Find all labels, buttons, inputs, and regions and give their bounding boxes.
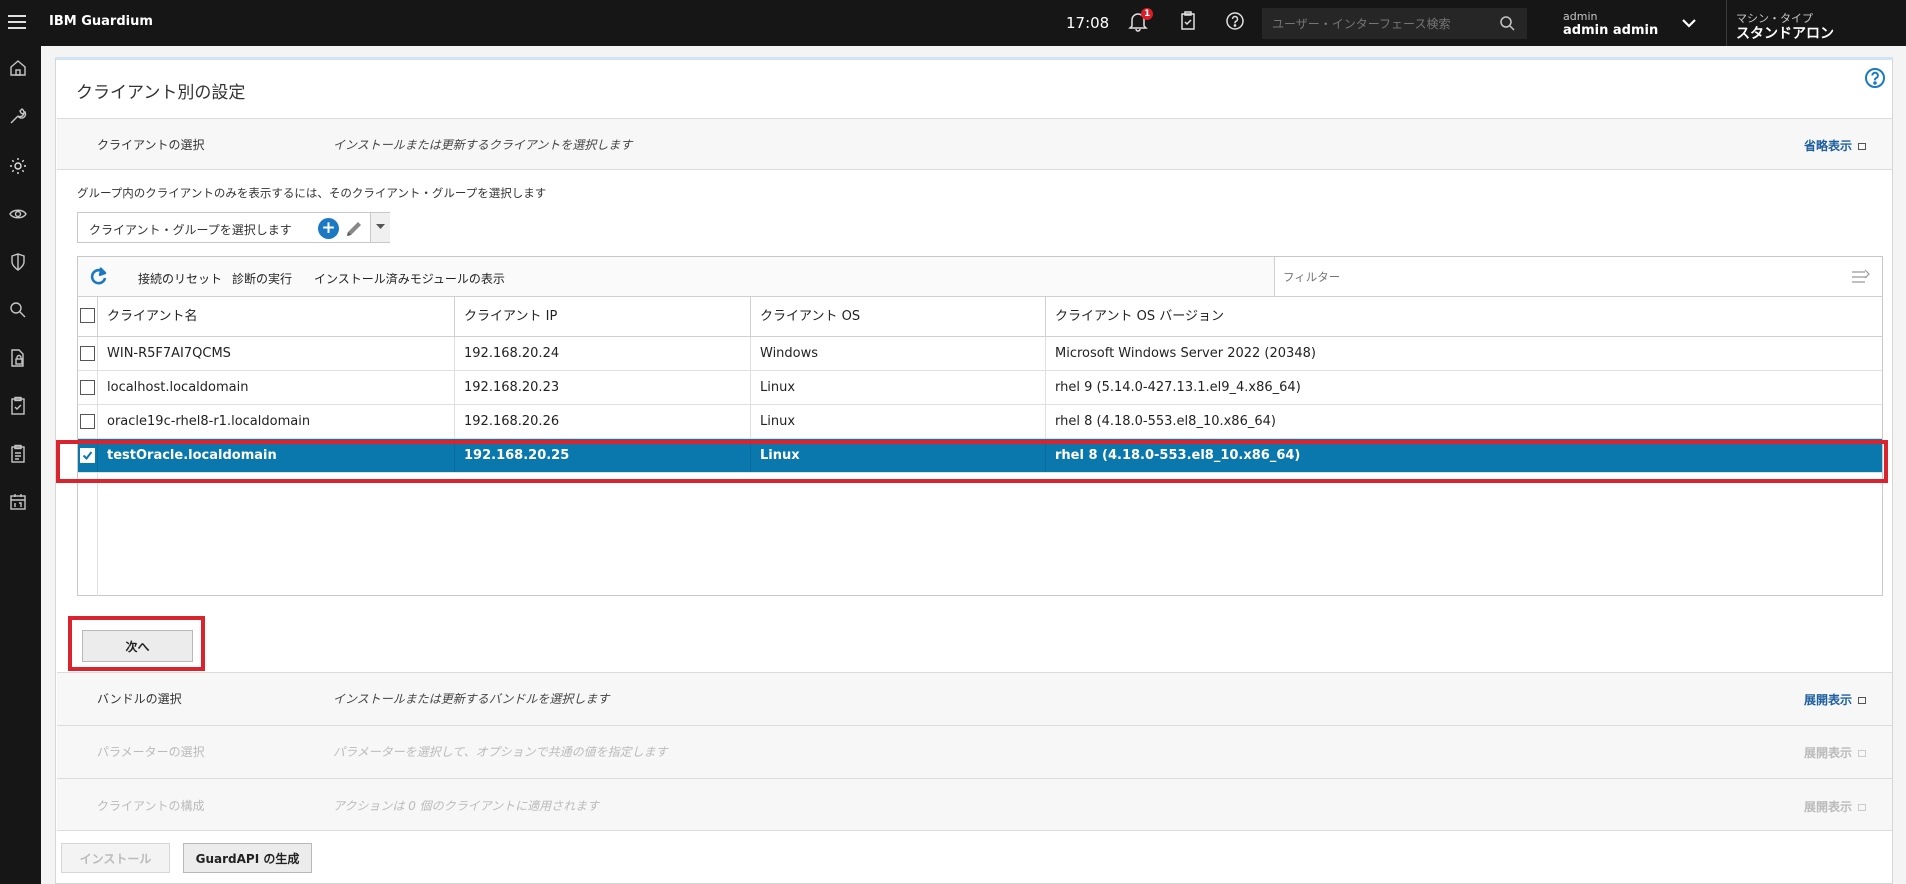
filter-box bbox=[1274, 257, 1882, 296]
user-role: admin bbox=[1563, 10, 1598, 23]
col-header-client-os-version[interactable]: クライアント OS バージョン bbox=[1045, 297, 1882, 336]
report-icon[interactable] bbox=[8, 444, 28, 464]
install-button: インストール bbox=[61, 843, 170, 873]
section-select-params-desc: パラメーターを選択して、オプションで共通の値を指定します bbox=[333, 745, 668, 759]
generate-guardapi-button[interactable]: GuardAPI の生成 bbox=[183, 843, 312, 873]
calendar-icon[interactable] bbox=[8, 492, 28, 512]
left-navigation-rail bbox=[0, 46, 41, 884]
cell-client-name: localhost.localdomain bbox=[97, 371, 454, 404]
home-icon[interactable] bbox=[8, 58, 28, 78]
refresh-icon[interactable] bbox=[88, 265, 110, 287]
cell-client-os-version: rhel 9 (5.14.0-427.13.1.el9_4.x86_64) bbox=[1045, 371, 1882, 404]
section-select-client-desc: インストールまたは更新するクライアントを選択します bbox=[333, 138, 633, 152]
settings-gear-icon[interactable] bbox=[8, 156, 28, 176]
cell-client-os-version: rhel 8 (4.18.0-553.el8_10.x86_64) bbox=[1045, 405, 1882, 438]
clipboard-check-icon[interactable] bbox=[1177, 10, 1203, 36]
help-icon[interactable] bbox=[1224, 10, 1250, 36]
section-client-config-desc: アクションは 0 個のクライアントに適用されます bbox=[333, 799, 600, 813]
clock: 17:08 bbox=[1066, 14, 1110, 32]
client-group-placeholder: クライアント・グループを選択します bbox=[89, 223, 292, 237]
brand-name[interactable]: IBM Guardium bbox=[49, 14, 153, 29]
run-diagnostics-button[interactable]: 診断の実行 bbox=[232, 270, 292, 287]
search-icon[interactable] bbox=[1499, 15, 1516, 32]
page-help-icon[interactable] bbox=[1864, 67, 1886, 89]
expand-label: 展開表示 bbox=[1804, 800, 1853, 814]
group-dropdown-chevron-down-icon[interactable] bbox=[370, 213, 390, 242]
filter-options-icon[interactable] bbox=[1851, 268, 1871, 286]
search-nav-icon[interactable] bbox=[8, 300, 28, 320]
table-toolbar: 接続のリセット 診断の実行 インストール済みモジュールの表示 bbox=[78, 257, 1882, 297]
header-divider bbox=[1726, 0, 1727, 46]
collapse-square-icon bbox=[1858, 143, 1867, 150]
group-hint-text: グループ内のクライアントのみを表示するには、そのクライアント・グループを選択しま… bbox=[77, 186, 547, 200]
expand-square-icon bbox=[1858, 697, 1867, 704]
user-name[interactable]: admin admin bbox=[1563, 23, 1658, 38]
cell-client-name: oracle19c-rhel8-r1.localdomain bbox=[97, 405, 454, 438]
cell-client-os-version: Microsoft Windows Server 2022 (20348) bbox=[1045, 337, 1882, 370]
section-client-config-label: クライアントの構成 bbox=[97, 799, 205, 813]
expand-label[interactable]: 展開表示 bbox=[1804, 693, 1852, 707]
section-select-client-toggle[interactable]: 省略表示 bbox=[1804, 137, 1867, 154]
page-title: クライアント別の設定 bbox=[76, 83, 246, 103]
cell-client-os: Linux bbox=[750, 371, 1045, 404]
cell-client-ip: 192.168.20.26 bbox=[454, 405, 750, 438]
table-row[interactable]: oracle19c-rhel8-r1.localdomain 192.168.2… bbox=[78, 405, 1882, 439]
table-row[interactable]: WIN-R5F7AI7QCMS 192.168.20.24 Windows Mi… bbox=[78, 337, 1882, 371]
col-header-client-os[interactable]: クライアント OS bbox=[750, 297, 1045, 336]
hamburger-menu-icon[interactable] bbox=[6, 11, 28, 33]
row-checkbox[interactable] bbox=[80, 414, 95, 429]
select-all-checkbox[interactable] bbox=[80, 308, 95, 323]
section-select-bundle-desc: インストールまたは更新するバンドルを選択します bbox=[333, 692, 610, 706]
checkbox-column-divider bbox=[97, 473, 98, 596]
expand-label: 展開表示 bbox=[1804, 746, 1853, 760]
show-installed-modules-button[interactable]: インストール済みモジュールの表示 bbox=[314, 270, 505, 287]
cell-client-ip: 192.168.20.23 bbox=[454, 371, 750, 404]
notification-bell-icon[interactable]: 1 bbox=[1127, 8, 1154, 36]
section-select-params-toggle: 展開表示 bbox=[1804, 744, 1867, 761]
notification-count-badge: 1 bbox=[1141, 8, 1154, 20]
col-header-client-ip[interactable]: クライアント IP bbox=[454, 297, 750, 336]
reset-connection-button[interactable]: 接続のリセット bbox=[138, 270, 222, 287]
table-header: クライアント名 クライアント IP クライアント OS クライアント OS バー… bbox=[78, 297, 1882, 337]
highlight-selected-row bbox=[56, 440, 1888, 483]
cell-client-os: Linux bbox=[750, 405, 1045, 438]
machine-type-value: スタンドアロン bbox=[1736, 26, 1834, 42]
top-bar: IBM Guardium 17:08 1 admin admin admin マ… bbox=[0, 0, 1906, 46]
wrench-icon[interactable] bbox=[8, 106, 28, 126]
expand-square-icon bbox=[1858, 804, 1867, 811]
row-checkbox[interactable] bbox=[80, 380, 95, 395]
next-button[interactable]: 次へ bbox=[82, 630, 193, 662]
expand-square-icon bbox=[1858, 750, 1867, 757]
section-select-params-label: パラメーターの選択 bbox=[97, 745, 205, 759]
client-group-select[interactable]: クライアント・グループを選択します + bbox=[77, 212, 390, 243]
table-row[interactable]: localhost.localdomain 192.168.20.23 Linu… bbox=[78, 371, 1882, 405]
shield-icon[interactable] bbox=[8, 252, 28, 272]
ui-search-input[interactable] bbox=[1262, 8, 1527, 39]
eye-icon[interactable] bbox=[8, 204, 28, 224]
col-header-client-name[interactable]: クライアント名 bbox=[97, 297, 454, 336]
edit-pencil-icon[interactable] bbox=[343, 218, 365, 240]
section-select-bundle-toggle[interactable]: 展開表示 bbox=[1804, 691, 1867, 708]
section-select-client-label: クライアントの選択 bbox=[97, 138, 205, 152]
section-client-config-toggle: 展開表示 bbox=[1804, 798, 1867, 815]
client-table: 接続のリセット 診断の実行 インストール済みモジュールの表示 クライアント名 ク… bbox=[77, 256, 1883, 596]
user-menu-chevron-down-icon[interactable] bbox=[1681, 15, 1697, 31]
row-checkbox[interactable] bbox=[80, 346, 95, 361]
cell-client-ip: 192.168.20.24 bbox=[454, 337, 750, 370]
document-lock-icon[interactable] bbox=[8, 348, 28, 368]
cell-client-os: Windows bbox=[750, 337, 1045, 370]
clipboard-check-nav-icon[interactable] bbox=[8, 396, 28, 416]
section-select-bundle-label: バンドルの選択 bbox=[97, 692, 182, 706]
cell-client-name: WIN-R5F7AI7QCMS bbox=[97, 337, 454, 370]
add-group-plus-icon[interactable]: + bbox=[318, 218, 339, 239]
filter-input[interactable] bbox=[1283, 267, 1783, 287]
collapse-label[interactable]: 省略表示 bbox=[1804, 139, 1852, 153]
